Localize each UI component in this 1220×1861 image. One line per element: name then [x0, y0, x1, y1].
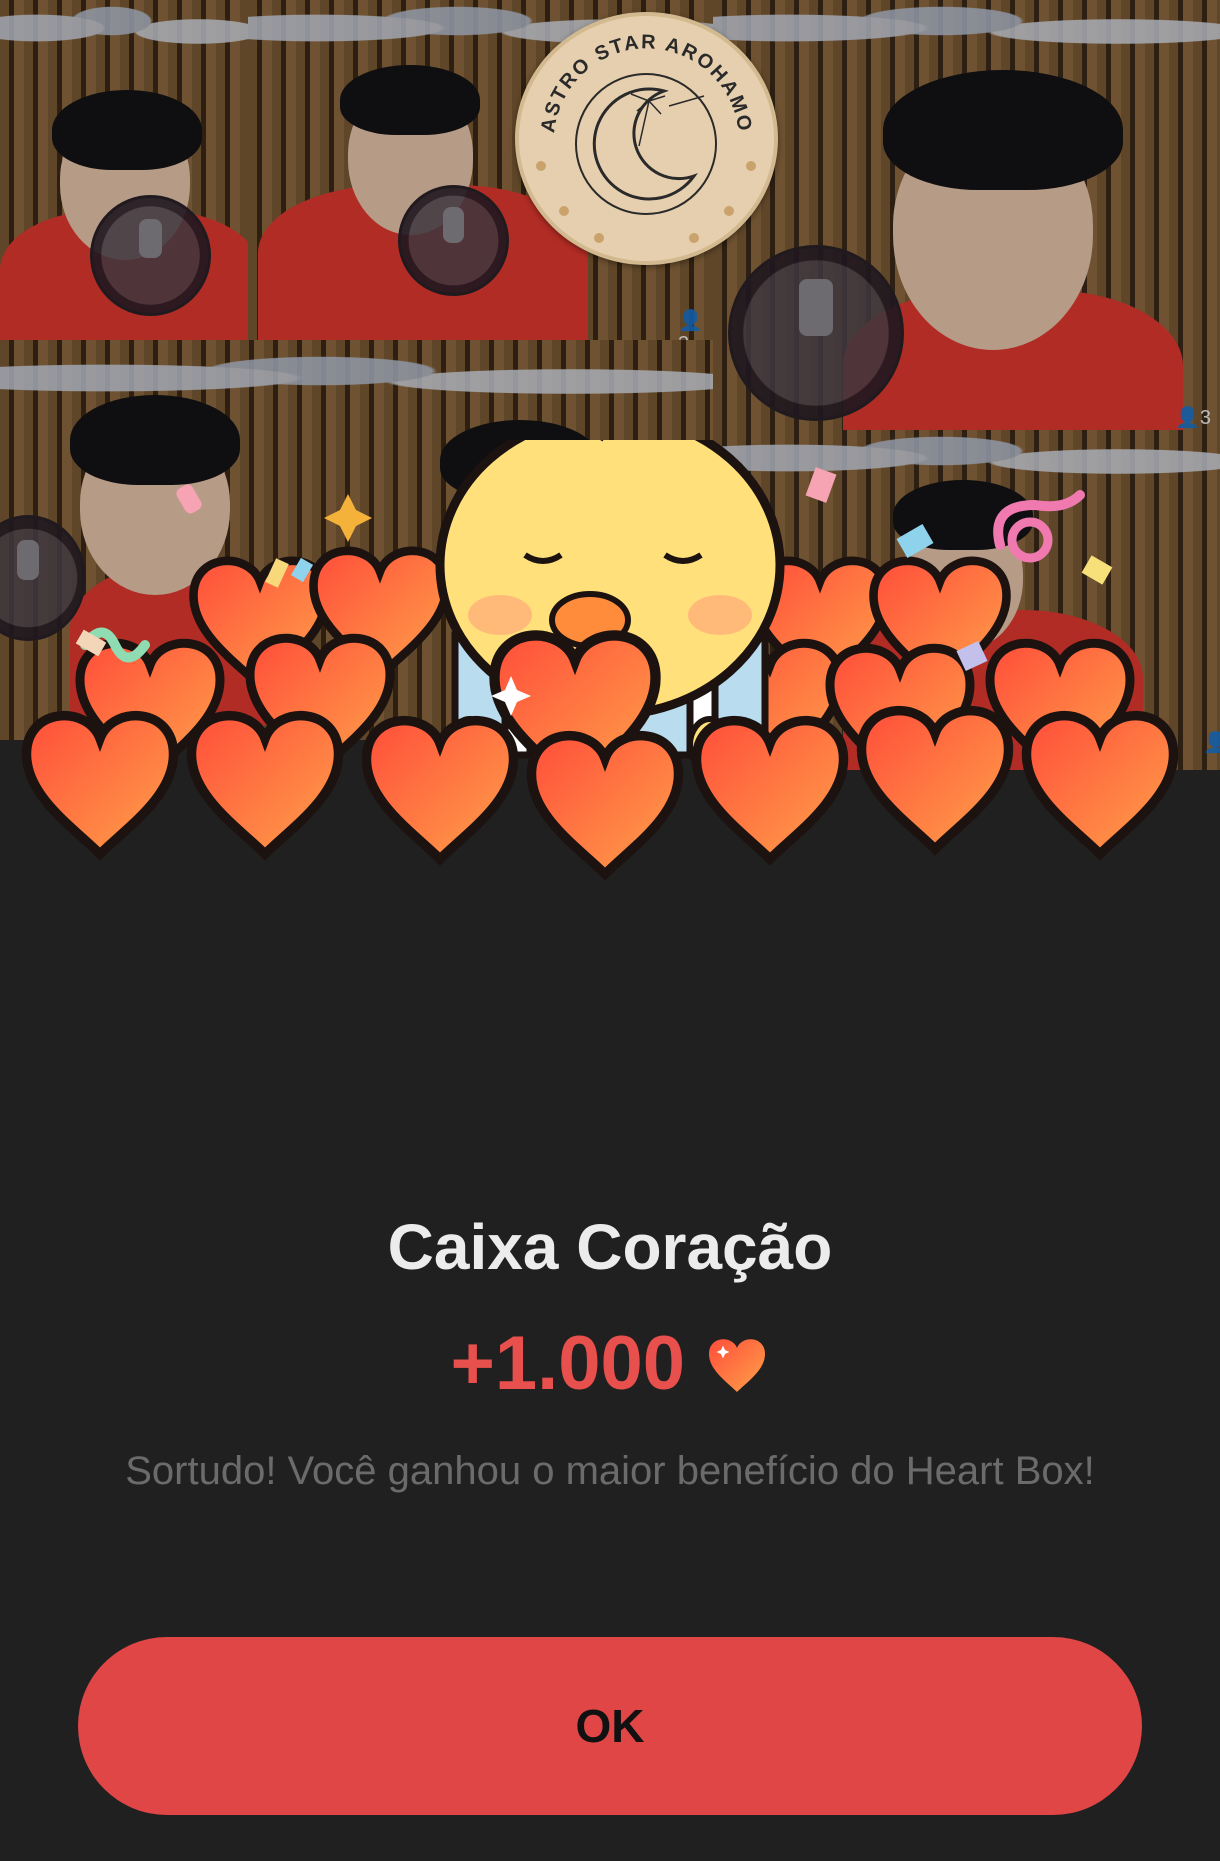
heart-icon	[708, 1338, 765, 1392]
reward-message: Sortudo! Você ganhou o maior benefício d…	[125, 1449, 1095, 1493]
reward-amount: +1.000	[450, 1321, 686, 1406]
heart-box-illustration	[0, 440, 1220, 1020]
stream-tile: 👤3	[713, 0, 1220, 430]
svg-text:ASTRO STAR AROHAMO: ASTRO STAR AROHAMO	[537, 31, 756, 134]
astro-star-badge: ASTRO STAR AROHAMO	[515, 12, 778, 265]
stream-tile	[0, 0, 248, 340]
ok-button[interactable]: OK	[78, 1637, 1142, 1815]
dialog-title: Caixa Coração	[387, 1211, 833, 1283]
reward-amount-row: +1.000	[0, 1320, 1220, 1407]
